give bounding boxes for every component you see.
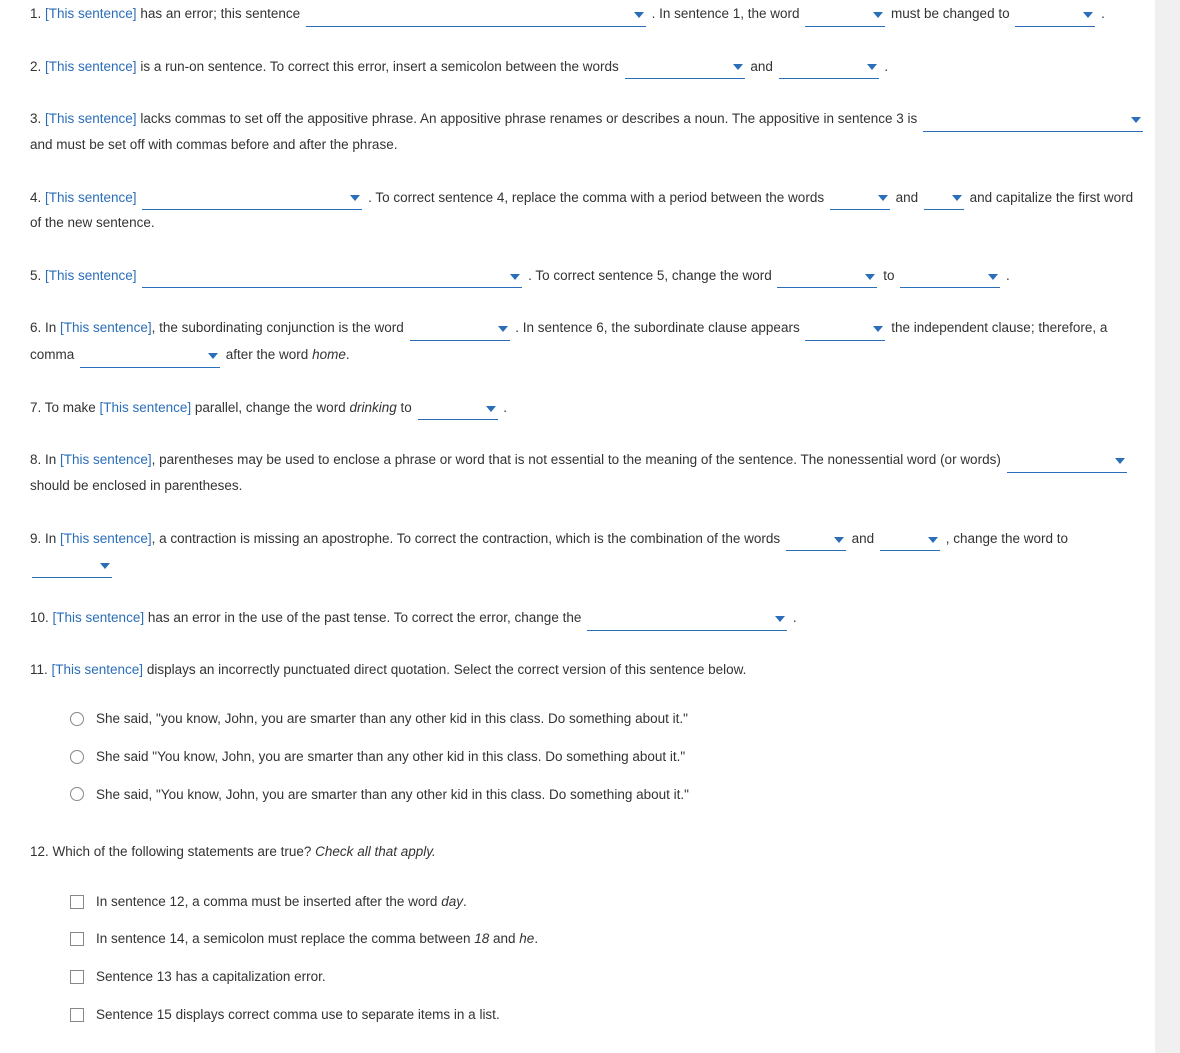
radio-button[interactable] (70, 712, 84, 726)
option-label: She said, "you know, John, you are smart… (96, 706, 688, 732)
radio-button[interactable] (70, 787, 84, 801)
sentence-link[interactable]: [This sentence] (45, 59, 137, 74)
question-number: 7. (30, 400, 45, 415)
question-number: 1. (30, 6, 45, 21)
dropdown-blank[interactable] (924, 184, 964, 211)
emphasis-text: he (519, 931, 534, 946)
emphasis-text: drinking (349, 400, 396, 415)
sentence-link[interactable]: [This sentence] (45, 6, 137, 21)
sentence-link[interactable]: [This sentence] (45, 268, 137, 283)
question-number: 5. (30, 268, 45, 283)
question-text: 9. In [This sentence], a contraction is … (30, 525, 1145, 578)
sentence-link[interactable]: [This sentence] (45, 190, 137, 205)
dropdown-blank[interactable] (418, 394, 498, 421)
dropdown-blank[interactable] (880, 525, 940, 552)
question-1: 1. [This sentence] has an error; this se… (30, 0, 1145, 27)
options-group: In sentence 12, a comma must be inserted… (30, 883, 1145, 1034)
question-number: 12. (30, 844, 53, 859)
sentence-link[interactable]: [This sentence] (60, 320, 152, 335)
question-3: 3. [This sentence] lacks commas to set o… (30, 105, 1145, 157)
checkbox[interactable] (70, 970, 84, 984)
dropdown-blank[interactable] (1015, 0, 1095, 27)
question-number: 4. (30, 190, 45, 205)
sentence-link[interactable]: [This sentence] (52, 662, 144, 677)
option-label: She said "You know, John, you are smarte… (96, 744, 685, 770)
question-text: 11. [This sentence] displays an incorrec… (30, 657, 1145, 683)
option-row: In sentence 12, a comma must be inserted… (30, 883, 1145, 921)
option-row: She said "You know, John, you are smarte… (30, 738, 1145, 776)
option-row: She said, "You know, John, you are smart… (30, 776, 1145, 814)
option-label: Sentence 13 has a capitalization error. (96, 964, 326, 990)
question-number: 8. (30, 452, 45, 467)
sentence-link[interactable]: [This sentence] (45, 111, 137, 126)
question-4: 4. [This sentence] . To correct sentence… (30, 184, 1145, 236)
dropdown-blank[interactable] (410, 314, 510, 341)
options-group: She said, "you know, John, you are smart… (30, 700, 1145, 813)
option-label: In sentence 14, a semicolon must replace… (96, 926, 538, 952)
question-9: 9. In [This sentence], a contraction is … (30, 525, 1145, 578)
dropdown-blank[interactable] (923, 105, 1143, 132)
checkbox[interactable] (70, 1008, 84, 1022)
question-number: 2. (30, 59, 45, 74)
dropdown-blank[interactable] (805, 0, 885, 27)
question-number: 10. (30, 610, 53, 625)
question-12: 12. Which of the following statements ar… (30, 839, 1145, 1033)
dropdown-blank[interactable] (625, 53, 745, 80)
dropdown-blank[interactable] (900, 262, 1000, 289)
question-text: 10. [This sentence] has an error in the … (30, 604, 1145, 631)
dropdown-blank[interactable] (786, 525, 846, 552)
dropdown-blank[interactable] (80, 341, 220, 368)
question-7: 7. To make [This sentence] parallel, cha… (30, 394, 1145, 421)
checkbox[interactable] (70, 932, 84, 946)
emphasis-text: Check all that apply. (315, 844, 436, 859)
question-text: 1. [This sentence] has an error; this se… (30, 0, 1145, 27)
emphasis-text: 18 (474, 931, 489, 946)
option-row: She said, "you know, John, you are smart… (30, 700, 1145, 738)
question-5: 5. [This sentence] . To correct sentence… (30, 262, 1145, 289)
question-number: 9. (30, 531, 45, 546)
question-text: 12. Which of the following statements ar… (30, 839, 1145, 865)
question-8: 8. In [This sentence], parentheses may b… (30, 446, 1145, 498)
option-label: She said, "You know, John, you are smart… (96, 782, 689, 808)
option-label: Sentence 15 displays correct comma use t… (96, 1002, 500, 1028)
emphasis-text: home (312, 347, 346, 362)
question-10: 10. [This sentence] has an error in the … (30, 604, 1145, 631)
question-6: 6. In [This sentence], the subordinating… (30, 314, 1145, 367)
sentence-link[interactable]: [This sentence] (60, 452, 152, 467)
sentence-link[interactable]: [This sentence] (100, 400, 192, 415)
dropdown-blank[interactable] (779, 53, 879, 80)
question-text: 2. [This sentence] is a run-on sentence.… (30, 53, 1145, 80)
dropdown-blank[interactable] (32, 551, 112, 578)
option-row: Sentence 15 displays correct comma use t… (30, 996, 1145, 1034)
dropdown-blank[interactable] (587, 604, 787, 631)
question-text: 7. To make [This sentence] parallel, cha… (30, 394, 1145, 421)
option-label: In sentence 12, a comma must be inserted… (96, 889, 467, 915)
dropdown-blank[interactable] (1007, 446, 1127, 473)
question-number: 3. (30, 111, 45, 126)
dropdown-blank[interactable] (805, 314, 885, 341)
question-text: 8. In [This sentence], parentheses may b… (30, 446, 1145, 498)
sentence-link[interactable]: [This sentence] (60, 531, 152, 546)
dropdown-blank[interactable] (142, 184, 362, 211)
dropdown-blank[interactable] (142, 262, 522, 289)
question-number: 11. (30, 662, 52, 677)
question-text: 4. [This sentence] . To correct sentence… (30, 184, 1145, 236)
question-number: 6. (30, 320, 45, 335)
question-2: 2. [This sentence] is a run-on sentence.… (30, 53, 1145, 80)
checkbox[interactable] (70, 895, 84, 909)
dropdown-blank[interactable] (306, 0, 646, 27)
dropdown-blank[interactable] (777, 262, 877, 289)
dropdown-blank[interactable] (830, 184, 890, 211)
question-text: 6. In [This sentence], the subordinating… (30, 314, 1145, 367)
sentence-link[interactable]: [This sentence] (53, 610, 145, 625)
option-row: Sentence 13 has a capitalization error. (30, 958, 1145, 996)
question-text: 5. [This sentence] . To correct sentence… (30, 262, 1145, 289)
question-11: 11. [This sentence] displays an incorrec… (30, 657, 1145, 814)
option-row: In sentence 14, a semicolon must replace… (30, 920, 1145, 958)
radio-button[interactable] (70, 750, 84, 764)
emphasis-text: day (441, 894, 463, 909)
question-text: 3. [This sentence] lacks commas to set o… (30, 105, 1145, 157)
